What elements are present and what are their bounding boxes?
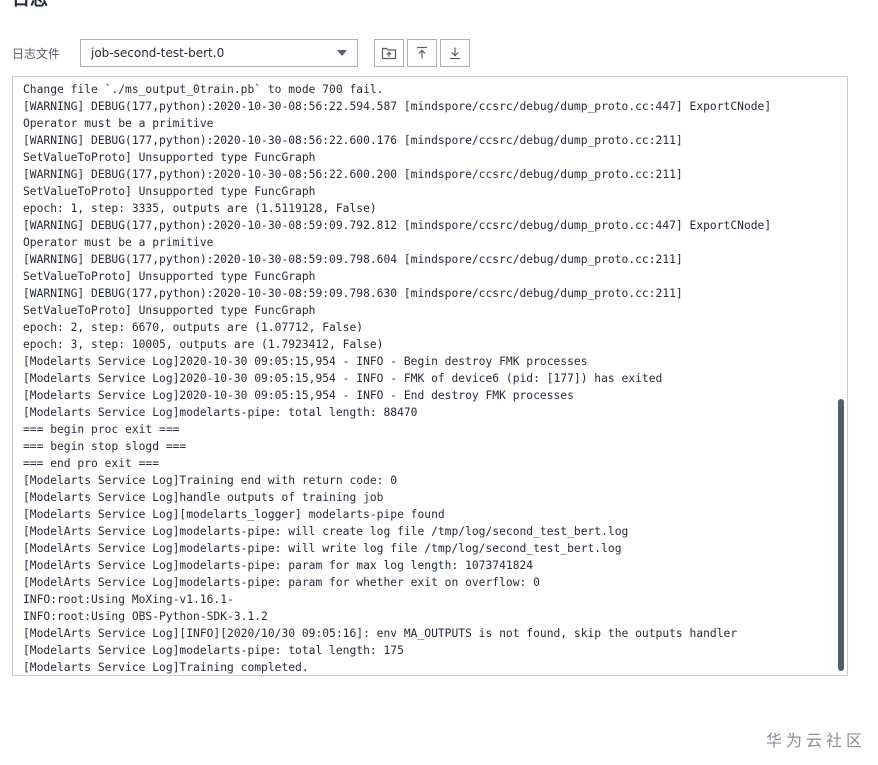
- log-line: [Modelarts Service Log]2020-10-30 09:05:…: [23, 372, 663, 385]
- upload-icon: [414, 45, 430, 61]
- log-line: [ModelArts Service Log]modelarts-pipe: p…: [23, 559, 534, 572]
- log-line: [Modelarts Service Log]handle outputs of…: [23, 491, 384, 504]
- watermark-text: 华为云社区: [765, 731, 866, 750]
- log-line: [WARNING] DEBUG(177,python):2020-10-30-0…: [23, 100, 772, 113]
- download-icon: [447, 45, 463, 61]
- log-line: === end pro exit ===: [23, 457, 160, 470]
- log-file-select[interactable]: job-second-test-bert.0: [80, 39, 358, 67]
- log-line: [Modelarts Service Log]modelarts-pipe: t…: [23, 644, 404, 657]
- log-line: INFO:root:Using MoXing-v1.16.1-: [23, 593, 234, 606]
- log-line: epoch: 2, step: 6670, outputs are (1.077…: [23, 321, 364, 334]
- log-line: [ModelArts Service Log]modelarts-pipe: p…: [23, 576, 540, 589]
- log-line: Operator must be a primitive: [23, 117, 214, 130]
- log-line: Change file `./ms_output_0train.pb` to m…: [23, 83, 384, 96]
- log-viewer[interactable]: Change file `./ms_output_0train.pb` to m…: [12, 76, 848, 676]
- open-folder-icon: [381, 45, 397, 61]
- download-button[interactable]: [440, 39, 470, 67]
- log-line: [Modelarts Service Log]2020-10-30 09:05:…: [23, 355, 588, 368]
- log-line: [WARNING] DEBUG(177,python):2020-10-30-0…: [23, 168, 683, 181]
- chevron-down-icon: [337, 50, 347, 56]
- log-file-label: 日志文件: [12, 46, 61, 61]
- log-line: [ModelArts Service Log][INFO][2020/10/30…: [23, 627, 738, 640]
- open-folder-button[interactable]: [374, 39, 404, 67]
- log-line: INFO:root:Using OBS-Python-SDK-3.1.2: [23, 610, 268, 623]
- log-line: [ModelArts Service Log]modelarts-pipe: w…: [23, 542, 622, 555]
- log-line: [WARNING] DEBUG(177,python):2020-10-30-0…: [23, 134, 683, 147]
- log-line: SetValueToProto] Unsupported type FuncGr…: [23, 270, 316, 283]
- log-line: === begin proc exit ===: [23, 423, 180, 436]
- log-line: [Modelarts Service Log][modelarts_logger…: [23, 508, 445, 521]
- log-line: [Modelarts Service Log]2020-10-30 09:05:…: [23, 389, 574, 402]
- log-line: epoch: 1, step: 3335, outputs are (1.511…: [23, 202, 377, 215]
- log-toolbar: 日志文件 job-second-test-bert.0: [12, 38, 470, 68]
- log-line: SetValueToProto] Unsupported type FuncGr…: [23, 185, 316, 198]
- log-file-select-value: job-second-test-bert.0: [91, 46, 225, 60]
- log-line: SetValueToProto] Unsupported type FuncGr…: [23, 304, 316, 317]
- log-line: === begin stop slogd ===: [23, 440, 187, 453]
- log-line: [ModelArts Service Log]modelarts-pipe: w…: [23, 525, 629, 538]
- page-title: 日志: [12, 0, 48, 12]
- log-line: [Modelarts Service Log]Training end with…: [23, 474, 398, 487]
- log-scrollbar-thumb[interactable]: [838, 399, 844, 671]
- log-line: SetValueToProto] Unsupported type FuncGr…: [23, 151, 316, 164]
- log-content: Change file `./ms_output_0train.pb` to m…: [23, 81, 829, 675]
- log-line: [WARNING] DEBUG(177,python):2020-10-30-0…: [23, 287, 683, 300]
- log-line: Operator must be a primitive: [23, 236, 214, 249]
- upload-button[interactable]: [407, 39, 437, 67]
- log-line: [Modelarts Service Log]modelarts-pipe: t…: [23, 406, 418, 419]
- log-line: [WARNING] DEBUG(177,python):2020-10-30-0…: [23, 219, 772, 232]
- log-line: epoch: 3, step: 10005, outputs are (1.79…: [23, 338, 384, 351]
- log-line: [WARNING] DEBUG(177,python):2020-10-30-0…: [23, 253, 683, 266]
- log-line: [Modelarts Service Log]Training complete…: [23, 661, 309, 674]
- log-scrollbar[interactable]: [837, 79, 845, 673]
